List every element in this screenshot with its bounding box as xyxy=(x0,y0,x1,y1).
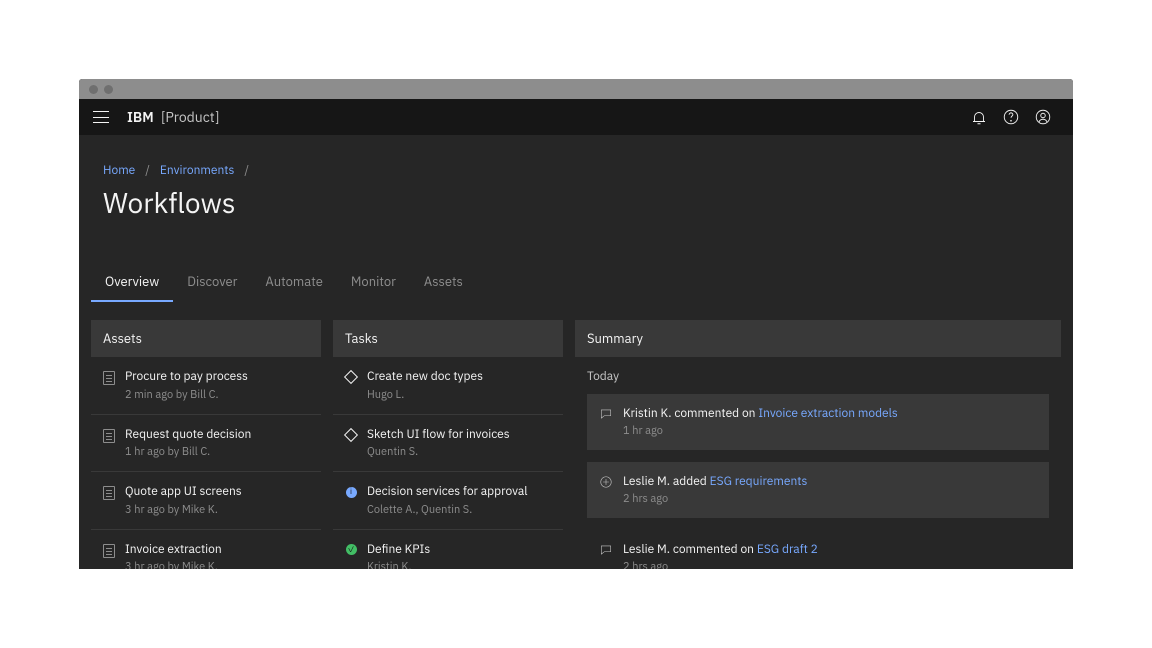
help-icon[interactable] xyxy=(995,101,1027,133)
page-title: Workflows xyxy=(103,184,1049,221)
activity-verb: added xyxy=(673,474,707,489)
asset-meta: 2 min ago by Bill C. xyxy=(125,388,248,402)
brand: IBM [Product] xyxy=(127,108,219,126)
activity-verb: commented on xyxy=(674,406,755,421)
breadcrumb-env[interactable]: Environments xyxy=(160,163,234,178)
traffic-dot-close[interactable] xyxy=(89,85,98,94)
asset-title: Procure to pay process xyxy=(125,369,248,385)
diamond-icon xyxy=(345,371,357,383)
breadcrumb-area: Home / Environments / Workflows xyxy=(79,135,1073,233)
asset-meta: 3 hr ago by Mike K. xyxy=(125,503,242,517)
breadcrumb-sep: / xyxy=(145,163,150,178)
tasks-column: Tasks Create new doc types Hugo L. Sketc… xyxy=(333,320,563,569)
tab-monitor[interactable]: Monitor xyxy=(337,261,410,302)
asset-row[interactable]: Procure to pay process 2 min ago by Bill… xyxy=(91,357,321,414)
task-row[interactable]: i Decision services for approval Colette… xyxy=(333,471,563,529)
tab-assets[interactable]: Assets xyxy=(410,261,477,302)
columns: Assets Procure to pay process 2 min ago … xyxy=(79,320,1073,569)
asset-meta: 1 hr ago by Bill C. xyxy=(125,445,251,459)
document-icon xyxy=(103,371,115,385)
activity-link[interactable]: ESG draft 2 xyxy=(757,542,818,557)
document-icon xyxy=(103,429,115,443)
activity-row[interactable]: Kristin K. commented on Invoice extracti… xyxy=(587,394,1049,450)
task-title: Define KPIs xyxy=(367,542,430,558)
breadcrumb: Home / Environments / xyxy=(103,163,1049,178)
tab-automate[interactable]: Automate xyxy=(251,261,336,302)
activity-time: 2 hrs ago xyxy=(623,492,807,506)
info-icon: i xyxy=(345,486,357,498)
summary-header: Summary xyxy=(575,320,1061,357)
comment-icon xyxy=(599,543,613,557)
task-meta: Kristin K. xyxy=(367,560,430,569)
task-row[interactable]: Create new doc types Hugo L. xyxy=(333,357,563,414)
content-area: Home / Environments / Workflows Overview… xyxy=(79,135,1073,569)
summary-body: Today Kristin K. commented on Invoice ex… xyxy=(575,357,1061,569)
activity-time: 1 hr ago xyxy=(623,424,898,438)
task-title: Create new doc types xyxy=(367,369,483,385)
asset-title: Invoice extraction xyxy=(125,542,222,558)
comment-icon xyxy=(599,407,613,421)
task-meta: Colette A., Quentin S. xyxy=(367,503,528,517)
task-title: Decision services for approval xyxy=(367,484,528,500)
activity-link[interactable]: ESG requirements xyxy=(710,474,808,489)
done-icon: ✓ xyxy=(345,544,357,556)
activity-time: 2 hrs ago xyxy=(623,560,818,569)
task-row[interactable]: Sketch UI flow for invoices Quentin S. xyxy=(333,414,563,472)
tab-overview[interactable]: Overview xyxy=(91,261,173,302)
asset-title: Quote app UI screens xyxy=(125,484,242,500)
breadcrumb-sep: / xyxy=(244,163,249,178)
traffic-bar xyxy=(79,79,1073,99)
task-row[interactable]: ✓ Define KPIs Kristin K. xyxy=(333,529,563,569)
app-window: IBM [Product] Home / Environments / Work… xyxy=(79,79,1073,569)
diamond-icon xyxy=(345,429,357,441)
task-title: Sketch UI flow for invoices xyxy=(367,427,510,443)
tasks-header: Tasks xyxy=(333,320,563,357)
traffic-dot-min[interactable] xyxy=(104,85,113,94)
task-meta: Hugo L. xyxy=(367,388,483,402)
add-icon xyxy=(599,475,613,489)
document-icon xyxy=(103,486,115,500)
tasks-list: Create new doc types Hugo L. Sketch UI f… xyxy=(333,357,563,569)
asset-title: Request quote decision xyxy=(125,427,251,443)
summary-day: Today xyxy=(587,369,1049,384)
assets-list: Procure to pay process 2 min ago by Bill… xyxy=(91,357,321,569)
bell-icon[interactable] xyxy=(963,101,995,133)
asset-row[interactable]: Request quote decision 1 hr ago by Bill … xyxy=(91,414,321,472)
menu-icon[interactable] xyxy=(93,111,109,123)
asset-meta: 3 hr ago by Mike K. xyxy=(125,560,222,569)
activity-actor: Kristin K. xyxy=(623,406,672,421)
brand-prefix: IBM xyxy=(127,108,154,126)
activity-actor: Leslie M. xyxy=(623,474,670,489)
task-meta: Quentin S. xyxy=(367,445,510,459)
asset-row[interactable]: Invoice extraction 3 hr ago by Mike K. xyxy=(91,529,321,569)
user-icon[interactable] xyxy=(1027,101,1059,133)
tabs: Overview Discover Automate Monitor Asset… xyxy=(79,261,1073,302)
document-icon xyxy=(103,544,115,558)
tab-discover[interactable]: Discover xyxy=(173,261,251,302)
summary-column: Summary Today Kristin K. commented on In… xyxy=(575,320,1061,569)
activity-verb: commented on xyxy=(673,542,754,557)
top-header: IBM [Product] xyxy=(79,99,1073,135)
brand-product: [Product] xyxy=(161,108,219,126)
activity-link[interactable]: Invoice extraction models xyxy=(758,406,897,421)
assets-header: Assets xyxy=(91,320,321,357)
asset-row[interactable]: Quote app UI screens 3 hr ago by Mike K. xyxy=(91,471,321,529)
activity-actor: Leslie M. xyxy=(623,542,670,557)
activity-row[interactable]: Leslie M. commented on ESG draft 2 2 hrs… xyxy=(587,530,1049,569)
assets-column: Assets Procure to pay process 2 min ago … xyxy=(91,320,321,569)
activity-row[interactable]: Leslie M. added ESG requirements 2 hrs a… xyxy=(587,462,1049,518)
breadcrumb-home[interactable]: Home xyxy=(103,163,135,178)
